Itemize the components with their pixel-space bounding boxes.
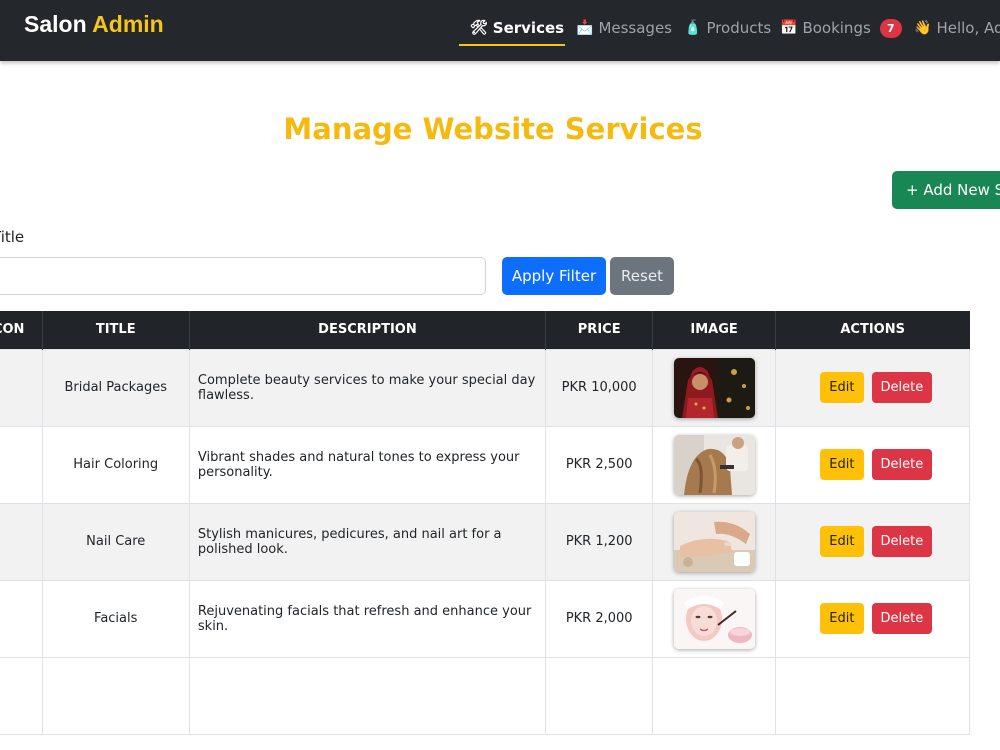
service-price: PKR 2,000: [545, 579, 654, 658]
nav-messages-label: Messages: [598, 19, 672, 37]
waving-hand-icon: 👋: [914, 20, 932, 36]
service-actions-cell: Edit Delete: [774, 425, 971, 504]
service-title: Bridal Packages: [41, 348, 190, 427]
table-row: Nail Care Stylish manicures, pedicures, …: [0, 502, 971, 581]
empty-cell: [652, 656, 776, 735]
service-title: Hair Coloring: [41, 425, 190, 504]
edit-button[interactable]: Edit: [819, 372, 864, 403]
empty-cell: [41, 656, 190, 735]
row-actions: Edit Delete: [776, 526, 969, 557]
user-greeting-label: Hello, Ad: [936, 19, 1000, 37]
table-header-row: ICON TITLE DESCRIPTION PRICE IMAGE ACTIO…: [0, 311, 970, 349]
brand-name: Salon: [24, 11, 87, 37]
edit-button[interactable]: Edit: [819, 449, 864, 480]
service-image-cell: [652, 348, 776, 427]
nav-messages[interactable]: 📩 Messages: [576, 16, 672, 40]
nav-bookings-label: Bookings: [802, 19, 871, 37]
service-description: Stylish manicures, pedicures, and nail a…: [188, 502, 547, 581]
service-price: PKR 10,000: [545, 348, 654, 427]
service-description: Vibrant shades and natural tones to expr…: [188, 425, 547, 504]
bottle-icon: 🧴: [684, 20, 702, 36]
service-image-cell: [652, 425, 776, 504]
service-title: Facials: [41, 579, 190, 658]
apply-filter-button[interactable]: Apply Filter: [502, 257, 606, 295]
row-actions: Edit Delete: [776, 449, 969, 480]
empty-cell: [545, 656, 654, 735]
service-image-cell: [652, 502, 776, 581]
brand-accent: Admin: [92, 11, 164, 37]
service-actions-cell: Edit Delete: [774, 579, 971, 658]
brand-logo[interactable]: Salon Admin: [24, 11, 164, 38]
calendar-icon: 📅: [780, 20, 798, 36]
delete-button[interactable]: Delete: [871, 603, 932, 634]
edit-button[interactable]: Edit: [819, 603, 864, 634]
service-image-cell: [652, 579, 776, 658]
service-icon-cell: [0, 579, 43, 658]
inbox-icon: 📩: [576, 20, 594, 36]
nav-products-label: Products: [706, 19, 772, 37]
header-actions: ACTIONS: [774, 311, 970, 349]
empty-cell: [774, 656, 971, 735]
row-actions: Edit Delete: [776, 372, 969, 403]
row-actions: Edit Delete: [776, 603, 969, 634]
service-title: Nail Care: [41, 502, 190, 581]
active-nav-indicator: [459, 44, 565, 46]
header-title: TITLE: [41, 311, 190, 349]
delete-button[interactable]: Delete: [871, 372, 932, 403]
tools-icon: 🛠: [470, 20, 488, 36]
service-description: Complete beauty services to make your sp…: [188, 348, 547, 427]
delete-button[interactable]: Delete: [871, 526, 932, 557]
bookings-count-badge: 7: [879, 18, 902, 38]
service-icon-cell: [0, 348, 43, 427]
nav-user-greeting[interactable]: 👋 Hello, Ad: [914, 16, 1000, 40]
title-filter-input[interactable]: [0, 257, 486, 295]
header-icon: ICON: [0, 311, 43, 349]
header-image: IMAGE: [652, 311, 776, 349]
add-service-button[interactable]: + Add New Se: [892, 171, 1000, 209]
service-price: PKR 2,500: [545, 425, 654, 504]
edit-button[interactable]: Edit: [819, 526, 864, 557]
header-price: PRICE: [545, 311, 653, 349]
service-description: Rejuvenating facials that refresh and en…: [188, 579, 547, 658]
table-row: [0, 656, 971, 735]
filter-title-label: Title: [0, 228, 25, 246]
top-navbar: Salon Admin 🛠 Services 📩 Messages 🧴 Prod…: [0, 0, 1000, 61]
reset-filter-button[interactable]: Reset: [610, 257, 674, 295]
facial-photo: [673, 588, 755, 649]
page-title: Manage Website Services: [283, 112, 703, 146]
header-description: DESCRIPTION: [188, 311, 546, 349]
service-actions-cell: Edit Delete: [774, 502, 971, 581]
nav-services[interactable]: 🛠 Services: [470, 16, 564, 40]
delete-button[interactable]: Delete: [871, 449, 932, 480]
service-price: PKR 1,200: [545, 502, 654, 581]
services-table: ICON TITLE DESCRIPTION PRICE IMAGE ACTIO…: [0, 311, 971, 735]
table-row: Bridal Packages Complete beauty services…: [0, 348, 971, 427]
nail-care-photo: [673, 511, 755, 572]
service-icon-cell: [0, 425, 43, 504]
empty-cell: [188, 656, 547, 735]
nav-products[interactable]: 🧴 Products: [684, 16, 771, 40]
nav-bookings[interactable]: 📅 Bookings 7: [780, 16, 902, 40]
nav-services-label: Services: [492, 19, 565, 37]
service-actions-cell: Edit Delete: [774, 348, 971, 427]
hair-coloring-photo: [673, 434, 755, 495]
empty-cell: [0, 656, 43, 735]
bridal-photo: [673, 357, 755, 418]
table-row: Facials Rejuvenating facials that refres…: [0, 579, 971, 658]
table-row: Hair Coloring Vibrant shades and natural…: [0, 425, 971, 504]
service-icon-cell: [0, 502, 43, 581]
